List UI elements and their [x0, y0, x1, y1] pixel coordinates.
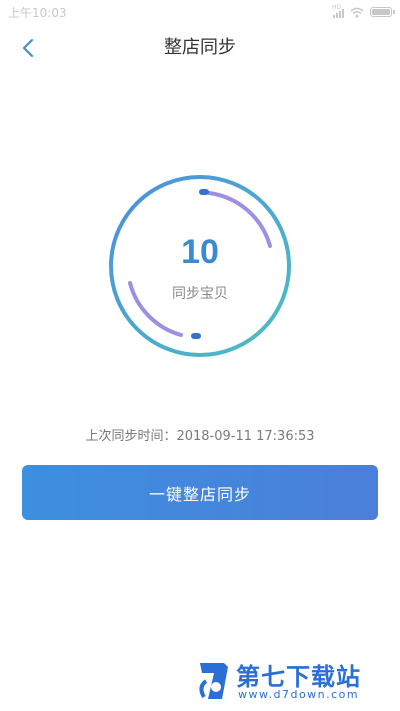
wifi-icon	[350, 7, 364, 17]
ring-dot-bottom	[191, 333, 201, 339]
watermark-logo	[199, 663, 228, 699]
status-icons: HD	[332, 4, 395, 18]
status-bar: 上午10:03 HD	[0, 0, 400, 24]
status-time: 上午10:03	[8, 5, 67, 20]
watermark-name: 第七下载站	[236, 663, 361, 691]
sync-count: 10	[181, 233, 219, 271]
nav-bar: 整店同步	[0, 24, 400, 72]
signal-icon: HD	[332, 4, 344, 18]
watermark: 第七下载站 www.d7down.com	[196, 655, 392, 705]
sync-count-label: 同步宝贝	[172, 286, 228, 302]
sync-progress-ring: 10 同步宝贝	[107, 173, 293, 359]
battery-icon	[370, 7, 395, 17]
last-sync-time: 上次同步时间：2018-09-11 17:36:53	[85, 429, 315, 444]
ring-dot-top	[199, 189, 209, 195]
sync-all-button[interactable]: 一键整店同步	[22, 465, 378, 520]
page-title: 整店同步	[164, 37, 236, 58]
watermark-url: www.d7down.com	[238, 688, 360, 701]
